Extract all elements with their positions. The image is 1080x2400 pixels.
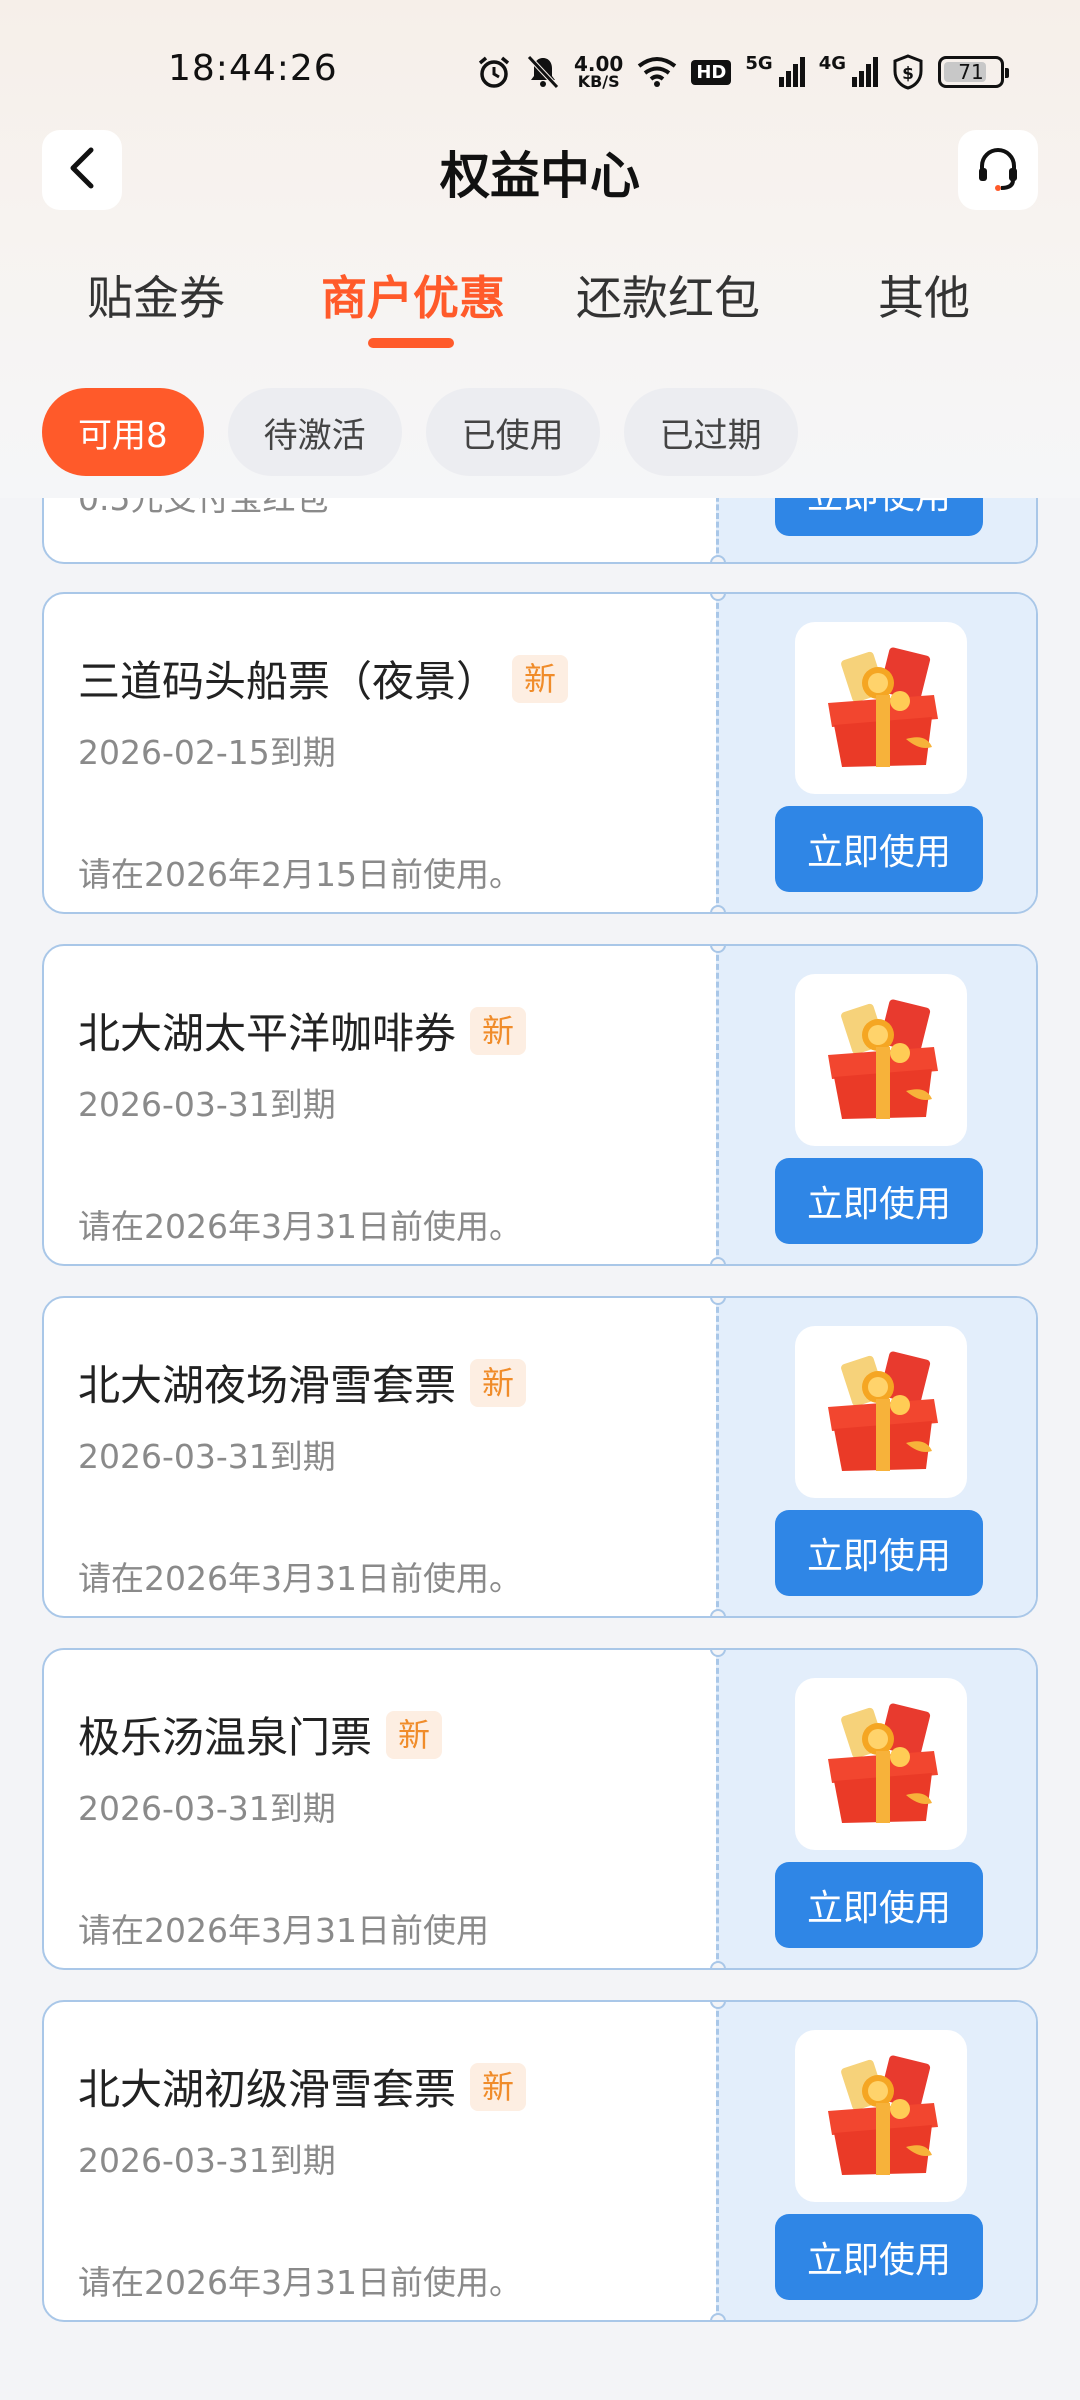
filter-expired[interactable]: 已过期 xyxy=(623,388,798,476)
coupon-name: 北大湖初级滑雪套票 xyxy=(78,2065,457,2114)
new-badge: 新 xyxy=(470,1006,527,1055)
coupon-list[interactable]: 0.5元支付宝红包 立即使用 三道码头船票（夜景） 新 2026-02-15到期… xyxy=(0,498,1080,2400)
coupon-name: 北大湖太平洋咖啡券 xyxy=(78,1009,457,1058)
coupon-info: 0.5元支付宝红包 xyxy=(44,498,716,562)
battery-level: 71 xyxy=(958,60,984,84)
coupon-note: 请在2026年3月31日前使用 xyxy=(78,1911,489,1950)
coupon-action-area: 立即使用 xyxy=(716,2002,1036,2320)
wifi-icon xyxy=(637,56,677,88)
hd-badge: HD xyxy=(691,59,732,85)
network-4g-label: 4G xyxy=(818,52,846,74)
screen: 0.5元支付宝红包 立即使用 三道码头船票（夜景） 新 2026-02-15到期… xyxy=(0,0,1080,2400)
coupon-name: 三道码头船票（夜景） xyxy=(78,657,499,706)
net-speed-value: 4.00 xyxy=(574,52,624,76)
signal-icon xyxy=(852,57,878,87)
filter-used[interactable]: 已使用 xyxy=(425,388,600,476)
customer-service-button[interactable] xyxy=(958,130,1038,210)
coupon-expiry: 2026-03-31到期 xyxy=(78,2141,336,2180)
use-now-button[interactable]: 立即使用 xyxy=(775,806,983,892)
coupon-card[interactable]: 北大湖初级滑雪套票 新 2026-03-31到期 请在2026年3月31日前使用… xyxy=(42,2000,1038,2322)
ticket-notch xyxy=(710,1961,726,1968)
net-speed-unit: KB/S xyxy=(577,72,620,91)
use-now-button[interactable]: 立即使用 xyxy=(775,1510,983,1596)
mute-icon xyxy=(526,54,560,90)
coupon-note: 请在2026年2月15日前使用。 xyxy=(78,855,522,894)
ticket-notch xyxy=(710,555,726,562)
net-speed: 4.00 KB/S xyxy=(574,54,623,90)
tab-repayment-red-packets[interactable]: 还款红包 xyxy=(576,262,760,328)
header: 18:44:26 4.00 KB/S HD 5G 4G $ 71 权益中心 贴金… xyxy=(0,0,1080,498)
tab-vouchers[interactable]: 贴金券 xyxy=(87,262,225,328)
ticket-notch xyxy=(710,1257,726,1264)
network-5g-label: 5G xyxy=(745,52,773,74)
tab-active-indicator xyxy=(368,338,454,348)
gift-box-icon xyxy=(795,1326,967,1498)
signal-icon xyxy=(778,57,805,87)
coupon-expiry: 2026-03-31到期 xyxy=(78,1085,336,1124)
filter-pending-activation[interactable]: 待激活 xyxy=(227,388,402,476)
coupon-action-area: 立即使用 xyxy=(716,1298,1036,1616)
coupon-note: 请在2026年3月31日前使用。 xyxy=(78,1559,522,1598)
coupon-note: 请在2026年3月31日前使用。 xyxy=(78,1207,522,1246)
ticket-notch xyxy=(710,2313,726,2320)
use-now-button[interactable]: 立即使用 xyxy=(775,1158,983,1244)
coupon-expiry: 2026-03-31到期 xyxy=(78,1437,336,1476)
use-now-button[interactable]: 立即使用 xyxy=(775,498,983,536)
battery-indicator: 71 xyxy=(938,56,1009,88)
customer-service-icon xyxy=(974,144,1022,196)
coupon-info: 北大湖太平洋咖啡券 新 2026-03-31到期 请在2026年3月31日前使用… xyxy=(44,946,716,1264)
category-tabs: 贴金券 商户优惠 还款红包 其他 xyxy=(0,262,1080,352)
use-now-button[interactable]: 立即使用 xyxy=(775,2214,983,2300)
coupon-expiry: 2026-02-15到期 xyxy=(78,733,336,772)
coupon-note: 0.5元支付宝红包 xyxy=(78,498,329,518)
status-filter-chips: 可用8 待激活 已使用 已过期 xyxy=(42,388,798,476)
status-time: 18:44:26 xyxy=(168,48,338,89)
coupon-name: 极乐汤温泉门票 xyxy=(78,1713,373,1762)
gift-box-icon xyxy=(795,1678,967,1850)
page-title: 权益中心 xyxy=(440,147,640,205)
coupon-action-area: 立即使用 xyxy=(716,946,1036,1264)
filter-available[interactable]: 可用8 xyxy=(42,388,204,476)
tab-merchant-offers[interactable]: 商户优惠 xyxy=(321,262,505,328)
coupon-card[interactable]: 北大湖太平洋咖啡券 新 2026-03-31到期 请在2026年3月31日前使用… xyxy=(42,944,1038,1266)
new-badge: 新 xyxy=(386,1710,443,1759)
coupon-info: 北大湖夜场滑雪套票 新 2026-03-31到期 请在2026年3月31日前使用… xyxy=(44,1298,716,1616)
tab-other[interactable]: 其他 xyxy=(878,262,970,328)
svg-text:$: $ xyxy=(902,64,914,84)
coupon-note: 请在2026年3月31日前使用。 xyxy=(78,2263,522,2302)
shield-dollar-icon: $ xyxy=(892,54,924,90)
new-badge: 新 xyxy=(470,2062,527,2111)
gift-box-icon xyxy=(795,622,967,794)
new-badge: 新 xyxy=(512,654,569,703)
coupon-action-area: 立即使用 xyxy=(716,498,1036,562)
new-badge: 新 xyxy=(470,1358,527,1407)
gift-box-icon xyxy=(795,974,967,1146)
coupon-card[interactable]: 三道码头船票（夜景） 新 2026-02-15到期 请在2026年2月15日前使… xyxy=(42,592,1038,914)
coupon-expiry: 2026-03-31到期 xyxy=(78,1789,336,1828)
coupon-name: 北大湖夜场滑雪套票 xyxy=(78,1361,457,1410)
coupon-info: 三道码头船票（夜景） 新 2026-02-15到期 请在2026年2月15日前使… xyxy=(44,594,716,912)
coupon-card[interactable]: 北大湖夜场滑雪套票 新 2026-03-31到期 请在2026年3月31日前使用… xyxy=(42,1296,1038,1618)
status-bar: 18:44:26 4.00 KB/S HD 5G 4G $ 71 xyxy=(0,0,1080,130)
coupon-action-area: 立即使用 xyxy=(716,594,1036,912)
use-now-button[interactable]: 立即使用 xyxy=(775,1862,983,1948)
ticket-notch xyxy=(710,1609,726,1616)
ticket-notch xyxy=(710,905,726,912)
gift-box-icon xyxy=(795,2030,967,2202)
coupon-card[interactable]: 0.5元支付宝红包 立即使用 xyxy=(42,498,1038,564)
status-icons: 4.00 KB/S HD 5G 4G $ 71 xyxy=(476,48,1009,96)
coupon-info: 北大湖初级滑雪套票 新 2026-03-31到期 请在2026年3月31日前使用… xyxy=(44,2002,716,2320)
coupon-info: 极乐汤温泉门票 新 2026-03-31到期 请在2026年3月31日前使用 xyxy=(44,1650,716,1968)
alarm-icon xyxy=(476,54,512,90)
coupon-card[interactable]: 极乐汤温泉门票 新 2026-03-31到期 请在2026年3月31日前使用 立… xyxy=(42,1648,1038,1970)
coupon-action-area: 立即使用 xyxy=(716,1650,1036,1968)
